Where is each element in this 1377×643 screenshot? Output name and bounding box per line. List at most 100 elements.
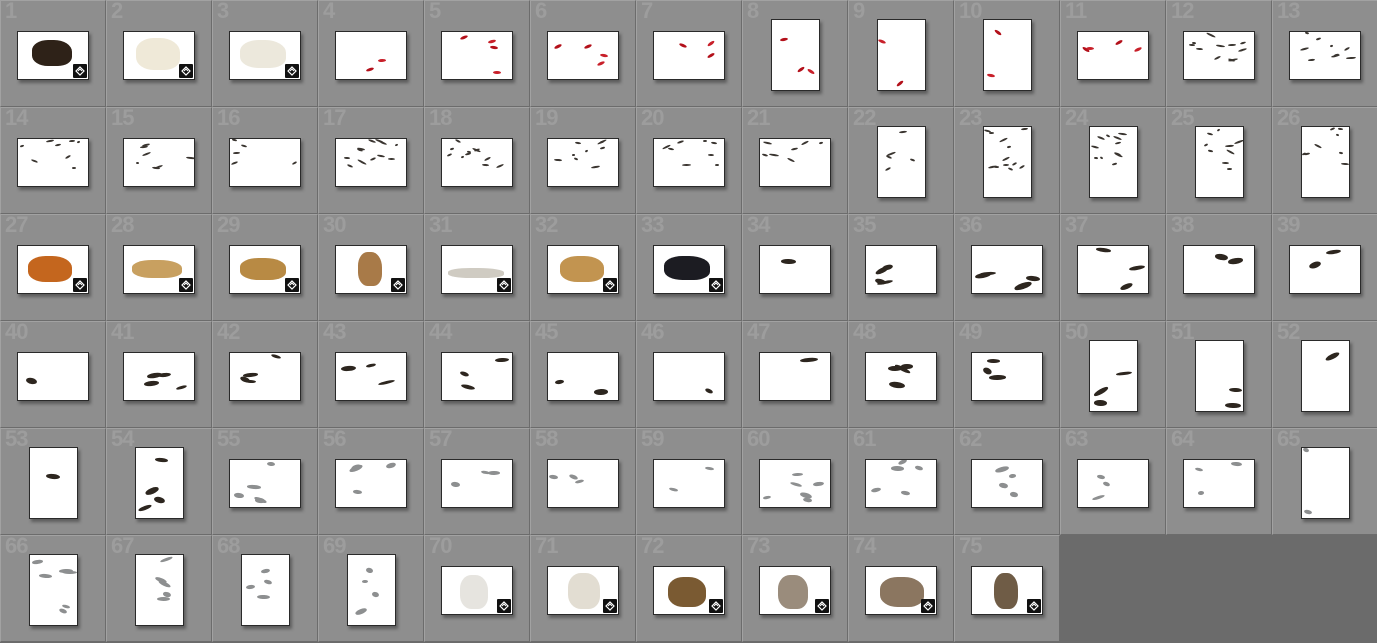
thumbnail-image[interactable] xyxy=(1195,340,1244,412)
thumbnail-image[interactable] xyxy=(335,459,407,508)
grid-cell[interactable]: 37 xyxy=(1060,214,1166,321)
grid-cell[interactable]: 10 xyxy=(954,0,1060,107)
grid-cell[interactable]: 19 xyxy=(530,107,636,214)
grid-cell[interactable]: 28 xyxy=(106,214,212,321)
thumbnail-image[interactable] xyxy=(1289,245,1361,294)
thumbnail-image[interactable] xyxy=(17,245,89,294)
thumbnail-image[interactable] xyxy=(653,566,725,615)
thumbnail-image[interactable] xyxy=(983,126,1032,198)
grid-cell[interactable]: 40 xyxy=(0,321,106,428)
thumbnail-image[interactable] xyxy=(17,352,89,401)
thumbnail-image[interactable] xyxy=(335,138,407,187)
grid-cell[interactable]: 26 xyxy=(1272,107,1377,214)
grid-cell[interactable]: 52 xyxy=(1272,321,1377,428)
thumbnail-image[interactable] xyxy=(135,554,184,626)
grid-cell[interactable]: 30 xyxy=(318,214,424,321)
grid-cell[interactable]: 67 xyxy=(106,535,212,642)
thumbnail-image[interactable] xyxy=(229,31,301,80)
grid-cell[interactable]: 3 xyxy=(212,0,318,107)
grid-cell[interactable]: 74 xyxy=(848,535,954,642)
thumbnail-image[interactable] xyxy=(1183,31,1255,80)
thumbnail-image[interactable] xyxy=(17,31,89,80)
grid-cell[interactable]: 5 xyxy=(424,0,530,107)
grid-cell[interactable]: 56 xyxy=(318,428,424,535)
grid-cell[interactable]: 21 xyxy=(742,107,848,214)
grid-cell[interactable]: 57 xyxy=(424,428,530,535)
thumbnail-image[interactable] xyxy=(983,19,1032,91)
thumbnail-image[interactable] xyxy=(865,245,937,294)
grid-cell[interactable]: 18 xyxy=(424,107,530,214)
thumbnail-image[interactable] xyxy=(441,138,513,187)
grid-cell[interactable]: 23 xyxy=(954,107,1060,214)
grid-cell[interactable]: 32 xyxy=(530,214,636,321)
thumbnail-image[interactable] xyxy=(29,554,78,626)
thumbnail-image[interactable] xyxy=(123,138,195,187)
thumbnail-image[interactable] xyxy=(547,459,619,508)
grid-cell[interactable]: 68 xyxy=(212,535,318,642)
thumbnail-image[interactable] xyxy=(1089,126,1138,198)
thumbnail-image[interactable] xyxy=(441,459,513,508)
thumbnail-image[interactable] xyxy=(759,459,831,508)
grid-cell[interactable]: 64 xyxy=(1166,428,1272,535)
thumbnail-image[interactable] xyxy=(1301,126,1350,198)
grid-cell[interactable]: 60 xyxy=(742,428,848,535)
thumbnail-image[interactable] xyxy=(971,245,1043,294)
grid-cell[interactable]: 24 xyxy=(1060,107,1166,214)
grid-cell[interactable]: 70 xyxy=(424,535,530,642)
grid-cell[interactable]: 4 xyxy=(318,0,424,107)
thumbnail-image[interactable] xyxy=(547,566,619,615)
thumbnail-image[interactable] xyxy=(135,447,184,519)
thumbnail-image[interactable] xyxy=(1077,459,1149,508)
thumbnail-image[interactable] xyxy=(547,245,619,294)
thumbnail-image[interactable] xyxy=(759,566,831,615)
grid-cell[interactable]: 15 xyxy=(106,107,212,214)
grid-cell[interactable]: 73 xyxy=(742,535,848,642)
thumbnail-image[interactable] xyxy=(335,31,407,80)
thumbnail-image[interactable] xyxy=(1195,126,1244,198)
grid-cell[interactable]: 34 xyxy=(742,214,848,321)
thumbnail-image[interactable] xyxy=(1301,340,1350,412)
thumbnail-image[interactable] xyxy=(1301,447,1350,519)
thumbnail-image[interactable] xyxy=(759,245,831,294)
grid-cell[interactable]: 62 xyxy=(954,428,1060,535)
grid-cell[interactable]: 42 xyxy=(212,321,318,428)
grid-cell[interactable]: 46 xyxy=(636,321,742,428)
thumbnail-image[interactable] xyxy=(877,19,926,91)
grid-cell[interactable]: 65 xyxy=(1272,428,1377,535)
grid-cell[interactable]: 20 xyxy=(636,107,742,214)
grid-cell[interactable]: 29 xyxy=(212,214,318,321)
grid-cell[interactable]: 16 xyxy=(212,107,318,214)
grid-cell[interactable]: 31 xyxy=(424,214,530,321)
grid-cell[interactable]: 51 xyxy=(1166,321,1272,428)
thumbnail-image[interactable] xyxy=(1183,459,1255,508)
thumbnail-image[interactable] xyxy=(335,245,407,294)
thumbnail-image[interactable] xyxy=(1289,31,1361,80)
thumbnail-image[interactable] xyxy=(441,31,513,80)
thumbnail-image[interactable] xyxy=(653,245,725,294)
thumbnail-image[interactable] xyxy=(865,566,937,615)
thumbnail-image[interactable] xyxy=(771,19,820,91)
thumbnail-image[interactable] xyxy=(229,138,301,187)
grid-cell[interactable]: 66 xyxy=(0,535,106,642)
thumbnail-image[interactable] xyxy=(347,554,396,626)
grid-cell[interactable]: 49 xyxy=(954,321,1060,428)
thumbnail-image[interactable] xyxy=(547,352,619,401)
grid-cell[interactable]: 45 xyxy=(530,321,636,428)
thumbnail-image[interactable] xyxy=(653,459,725,508)
grid-cell[interactable]: 35 xyxy=(848,214,954,321)
grid-cell[interactable]: 1 xyxy=(0,0,106,107)
grid-cell[interactable]: 69 xyxy=(318,535,424,642)
thumbnail-image[interactable] xyxy=(653,352,725,401)
thumbnail-image[interactable] xyxy=(759,138,831,187)
grid-cell[interactable]: 6 xyxy=(530,0,636,107)
grid-cell[interactable]: 58 xyxy=(530,428,636,535)
thumbnail-image[interactable] xyxy=(229,459,301,508)
thumbnail-image[interactable] xyxy=(971,459,1043,508)
grid-cell[interactable]: 8 xyxy=(742,0,848,107)
thumbnail-image[interactable] xyxy=(123,245,195,294)
grid-cell[interactable]: 2 xyxy=(106,0,212,107)
thumbnail-image[interactable] xyxy=(547,138,619,187)
thumbnail-image[interactable] xyxy=(229,352,301,401)
grid-cell[interactable]: 9 xyxy=(848,0,954,107)
grid-cell[interactable]: 48 xyxy=(848,321,954,428)
